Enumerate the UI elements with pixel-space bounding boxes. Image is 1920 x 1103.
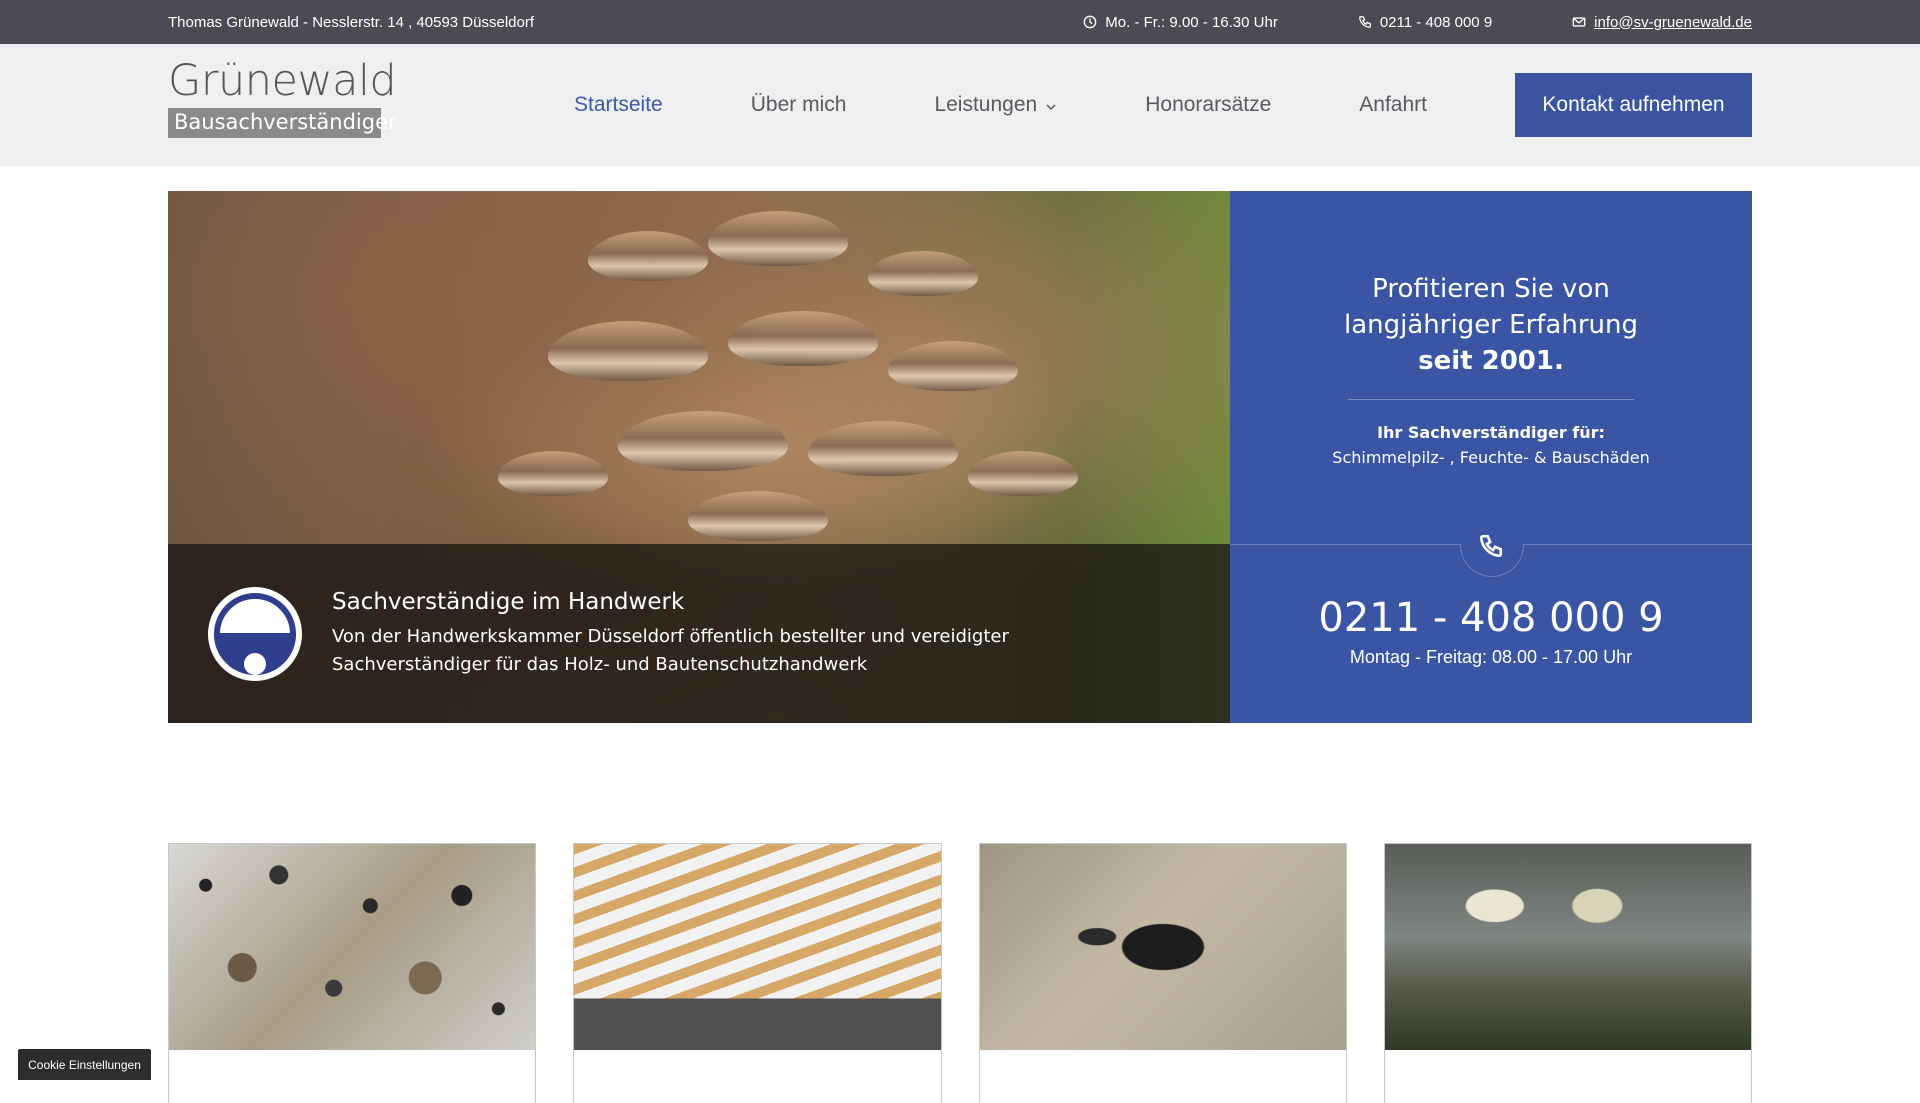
phone-icon [1358, 16, 1371, 28]
damaged-room-image [1384, 844, 1751, 1050]
mail-icon [1572, 17, 1586, 27]
hero: Sachverständige im Handwerk Von der Hand… [168, 191, 1752, 723]
email-info[interactable]: info@sv-gruenewald.de [1572, 14, 1752, 31]
mold-image [169, 844, 536, 1050]
service-card-beetle[interactable] [978, 843, 1347, 1103]
claim-line-2: langjähriger Erfahrung [1344, 310, 1638, 340]
nav-item-leistungen[interactable]: Leistungen [934, 93, 1057, 117]
hero-caption: Sachverständige im Handwerk Von der Hand… [168, 544, 1230, 723]
main-nav: Startseite Über mich Leistungen Honorars… [574, 73, 1752, 137]
logo-name: Grünewald [168, 56, 397, 106]
service-cards [168, 843, 1752, 1103]
caption-title: Sachverständige im Handwerk [332, 588, 685, 615]
claim-text: Profitieren Sie von langjähriger Erfahru… [1230, 271, 1752, 379]
header: Grünewald Bausachverständiger Startseite… [0, 44, 1920, 166]
hero-phone-hours: Montag - Freitag: 08.00 - 17.00 Uhr [1349, 647, 1633, 667]
logo-subtitle: Bausachverständiger [168, 108, 397, 139]
flooded-stairs-image [574, 844, 941, 1050]
caption-line-2: Sachverständiger für das Holz- und Baute… [332, 653, 868, 675]
claim-bold: seit 2001. [1418, 346, 1564, 376]
expertise-list: Schimmelpilz- , Feuchte- & Bauschäden [1332, 448, 1650, 467]
hours-info: Mo. - Fr.: 9.00 - 16.30 Uhr [1083, 14, 1278, 31]
email-link[interactable]: info@sv-gruenewald.de [1594, 14, 1752, 31]
service-card-water[interactable] [573, 843, 942, 1103]
phone-text[interactable]: 0211 - 408 000 9 [1380, 14, 1492, 31]
nav-item-honorarsaetze[interactable]: Honorarsätze [1145, 93, 1271, 117]
expertise-text: Ihr Sachverständiger für: Schimmelpilz- … [1230, 420, 1752, 470]
clock-icon [1083, 15, 1097, 29]
caption-line-1: Von der Handwerkskammer Düsseldorf öffen… [332, 625, 1009, 647]
chamber-seal-logo [208, 586, 302, 681]
service-card-mold[interactable] [168, 843, 537, 1103]
hero-phone-number[interactable]: 0211 - 408 000 9 [1230, 595, 1752, 641]
beetle-image [979, 844, 1346, 1050]
nav-item-ueber-mich[interactable]: Über mich [751, 93, 847, 117]
chevron-down-icon [1046, 103, 1056, 110]
divider [1348, 399, 1634, 400]
topbar: Thomas Grünewald - Nesslerstr. 14 , 4059… [0, 0, 1920, 44]
nav-item-startseite[interactable]: Startseite [574, 93, 663, 117]
logo[interactable]: Grünewald Bausachverständiger [168, 60, 397, 146]
hero-image: Sachverständige im Handwerk Von der Hand… [168, 191, 1230, 723]
service-card-damage[interactable] [1383, 843, 1752, 1103]
cookie-settings-button[interactable]: Cookie Einstellungen [18, 1049, 151, 1080]
phone-info[interactable]: 0211 - 408 000 9 [1358, 14, 1492, 31]
contact-button[interactable]: Kontakt aufnehmen [1515, 73, 1752, 137]
claim-line-1: Profitieren Sie von [1372, 274, 1610, 304]
nav-item-leistungen-label: Leistungen [934, 93, 1038, 116]
hero-phone-box[interactable]: 0211 - 408 000 9 Montag - Freitag: 08.00… [1230, 534, 1752, 723]
address-text: Thomas Grünewald - Nesslerstr. 14 , 4059… [168, 13, 534, 31]
hero-info-panel: Profitieren Sie von langjähriger Erfahru… [1230, 191, 1752, 723]
nav-item-anfahrt[interactable]: Anfahrt [1359, 93, 1427, 117]
phone-icon [1479, 534, 1503, 558]
hours-text: Mo. - Fr.: 9.00 - 16.30 Uhr [1105, 13, 1278, 31]
expertise-label: Ihr Sachverständiger für: [1377, 423, 1605, 442]
